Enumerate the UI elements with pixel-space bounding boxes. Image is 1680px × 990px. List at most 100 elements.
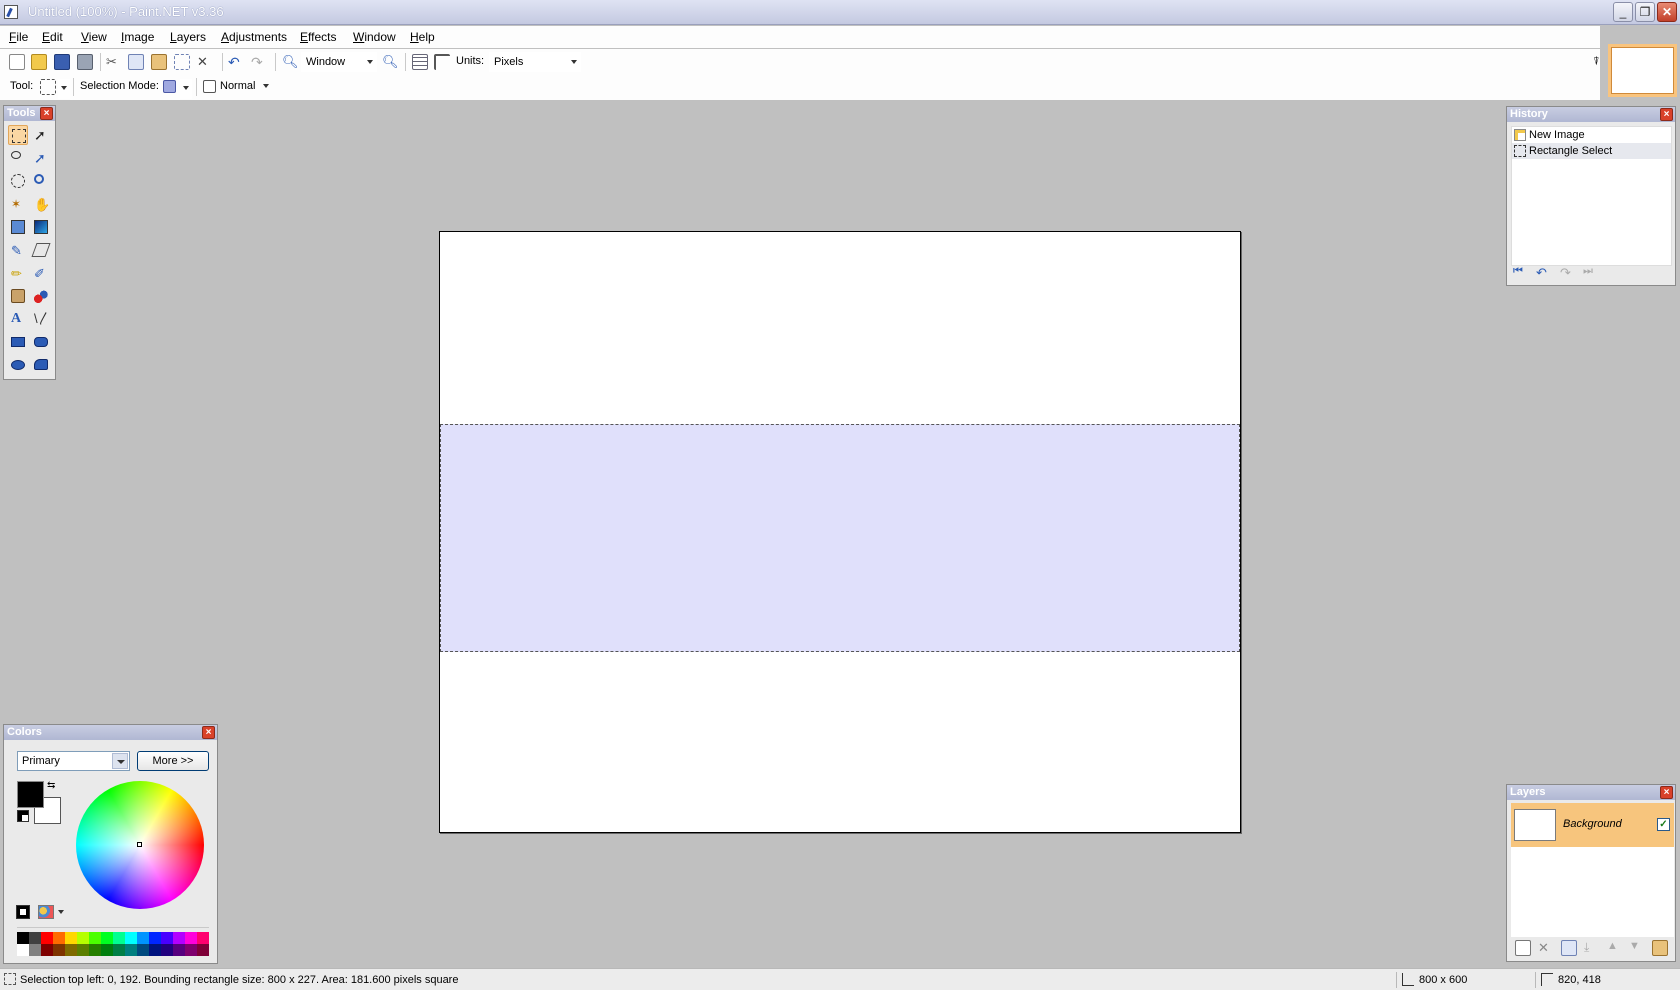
- palette-swatch[interactable]: [137, 944, 149, 956]
- palette-swatch[interactable]: [89, 932, 101, 944]
- close-button[interactable]: ✕: [1657, 2, 1677, 22]
- duplicate-layer-icon[interactable]: [1561, 940, 1577, 956]
- palette-swatch[interactable]: [197, 944, 209, 956]
- thumbnail-pin-icon[interactable]: ⍒: [1593, 56, 1605, 70]
- colors-panel-close-icon[interactable]: ×: [202, 726, 215, 739]
- history-undo-icon[interactable]: ↶: [1536, 265, 1552, 281]
- rectangle-selection[interactable]: [440, 424, 1240, 652]
- undo-icon[interactable]: ↶: [228, 54, 244, 70]
- tool-move-selected[interactable]: ➚: [31, 148, 51, 168]
- palette-swatch[interactable]: [197, 932, 209, 944]
- color-palette[interactable]: [17, 932, 209, 956]
- add-layer-icon[interactable]: [1515, 940, 1531, 956]
- tool-pencil[interactable]: ✏: [8, 263, 28, 283]
- tool-ellipse[interactable]: [8, 355, 28, 375]
- tools-panel-close-icon[interactable]: ×: [40, 107, 53, 120]
- palette-swatch[interactable]: [77, 944, 89, 956]
- paintnet-app-icon[interactable]: [4, 5, 18, 19]
- grid-icon[interactable]: [412, 54, 428, 70]
- tool-paint-bucket[interactable]: [8, 217, 28, 237]
- palette-swatch[interactable]: [41, 944, 53, 956]
- palette-swatch[interactable]: [161, 932, 173, 944]
- tool-rounded-rectangle[interactable]: [31, 332, 51, 352]
- blend-mode-combo[interactable]: Normal: [216, 77, 272, 97]
- palette-swatch[interactable]: [161, 944, 173, 956]
- palette-swatch[interactable]: [77, 932, 89, 944]
- tool-zoom[interactable]: [31, 171, 51, 191]
- rulers-icon[interactable]: [434, 54, 450, 70]
- menu-window[interactable]: Window: [353, 30, 396, 44]
- palette-menu-icon[interactable]: [16, 905, 30, 919]
- layer-visibility-checkbox[interactable]: ✓: [1657, 818, 1670, 831]
- layer-row-background[interactable]: Background ✓: [1511, 803, 1674, 847]
- palette-swatch[interactable]: [149, 932, 161, 944]
- more-colors-button[interactable]: More >>: [137, 751, 209, 771]
- swap-colors-icon[interactable]: ⇆: [47, 780, 55, 791]
- tool-ellipse-select[interactable]: [8, 171, 28, 191]
- image-canvas[interactable]: [439, 231, 1241, 833]
- palette-swatch[interactable]: [113, 944, 125, 956]
- palette-swatch[interactable]: [65, 944, 77, 956]
- menu-adjustments[interactable]: Adjustments: [221, 30, 287, 44]
- tool-line-curve[interactable]: \〳: [31, 309, 51, 329]
- units-combo[interactable]: Pixels: [489, 52, 581, 72]
- save-icon[interactable]: [54, 54, 70, 70]
- tool-rectangle-select[interactable]: [8, 125, 28, 145]
- history-item-new-image[interactable]: New Image: [1512, 127, 1671, 143]
- palette-swatch[interactable]: [41, 932, 53, 944]
- image-thumbnail[interactable]: [1608, 44, 1677, 97]
- delete-layer-icon[interactable]: ✕: [1538, 940, 1554, 956]
- tool-rectangle[interactable]: [8, 332, 28, 352]
- palette-swatch[interactable]: [149, 944, 161, 956]
- palette-swatch[interactable]: [17, 932, 29, 944]
- deselect-icon[interactable]: ✕: [197, 54, 213, 70]
- tool-color-picker[interactable]: ✐: [31, 263, 51, 283]
- crop-to-selection-icon[interactable]: [174, 54, 190, 70]
- cut-icon[interactable]: ✂: [106, 54, 122, 70]
- palette-swatch[interactable]: [101, 932, 113, 944]
- palette-swatch[interactable]: [65, 932, 77, 944]
- palette-options-icon[interactable]: [38, 905, 54, 919]
- palette-swatch[interactable]: [53, 944, 65, 956]
- restore-button[interactable]: ❐: [1635, 2, 1655, 22]
- tool-freeform-shape[interactable]: [31, 355, 51, 375]
- palette-swatch[interactable]: [185, 944, 197, 956]
- copy-icon[interactable]: [128, 54, 144, 70]
- tool-text[interactable]: A: [8, 309, 28, 329]
- menu-image[interactable]: Image: [121, 30, 154, 44]
- tool-pan[interactable]: ✋: [31, 194, 51, 214]
- zoom-in-icon[interactable]: 🔍︎: [382, 54, 399, 70]
- tool-move-selection[interactable]: ➚: [31, 125, 51, 145]
- primary-color-swatch[interactable]: [17, 781, 44, 808]
- tool-dropdown[interactable]: [58, 79, 70, 99]
- selection-mode-replace-icon[interactable]: [163, 80, 176, 93]
- menu-help[interactable]: Help: [410, 30, 435, 44]
- palette-swatch[interactable]: [137, 932, 149, 944]
- palette-swatch[interactable]: [29, 944, 41, 956]
- tool-clone-stamp[interactable]: [8, 286, 28, 306]
- palette-swatch[interactable]: [53, 932, 65, 944]
- menu-edit[interactable]: Edit: [42, 30, 63, 44]
- minimize-button[interactable]: _: [1613, 2, 1633, 22]
- history-panel-close-icon[interactable]: ×: [1660, 108, 1673, 121]
- zoom-combo[interactable]: Window: [301, 52, 377, 72]
- palette-swatch[interactable]: [29, 932, 41, 944]
- menu-effects[interactable]: Effects: [300, 30, 336, 44]
- palette-swatch[interactable]: [17, 944, 29, 956]
- layer-properties-icon[interactable]: [1652, 940, 1668, 956]
- palette-swatch[interactable]: [173, 932, 185, 944]
- tool-recolor[interactable]: [31, 286, 51, 306]
- history-item-rectangle-select[interactable]: Rectangle Select: [1512, 143, 1671, 159]
- layers-panel-close-icon[interactable]: ×: [1660, 786, 1673, 799]
- tool-lasso[interactable]: [8, 148, 28, 168]
- palette-swatch[interactable]: [125, 932, 137, 944]
- palette-swatch[interactable]: [185, 932, 197, 944]
- palette-swatch[interactable]: [89, 944, 101, 956]
- menu-layers[interactable]: Layers: [170, 30, 206, 44]
- antialiasing-icon[interactable]: [203, 80, 216, 93]
- color-mode-select[interactable]: Primary: [17, 751, 130, 771]
- rewind-icon[interactable]: ⏮: [1513, 265, 1529, 281]
- palette-swatch[interactable]: [125, 944, 137, 956]
- menu-file[interactable]: File: [9, 30, 28, 44]
- open-folder-icon[interactable]: [31, 54, 47, 70]
